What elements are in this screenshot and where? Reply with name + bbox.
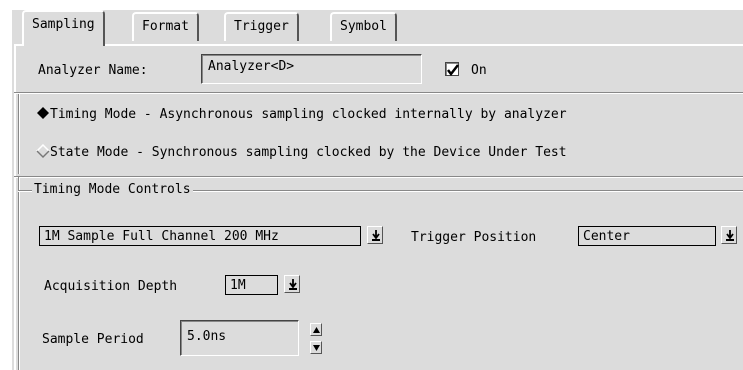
separator-mid [14, 176, 743, 178]
filled-diamond-icon [37, 107, 49, 119]
on-label: On [471, 63, 487, 78]
sample-mode-dropdown-button[interactable] [367, 226, 383, 244]
separator-left [18, 94, 20, 174]
tab-sampling-label: Sampling [32, 17, 95, 32]
tab-trigger-label: Trigger [234, 19, 289, 34]
acquisition-depth-select[interactable]: 1M [225, 275, 278, 295]
down-arrow-to-bar-icon [372, 230, 380, 241]
tab-symbol[interactable]: Symbol [330, 12, 397, 41]
tab-symbol-label: Symbol [340, 19, 387, 34]
sample-period-value: 5.0ns [187, 329, 227, 344]
sample-period-field[interactable]: 5.0ns [180, 320, 299, 356]
analyzer-name-field[interactable]: Analyzer<D> [201, 54, 422, 84]
tab-format-label: Format [142, 19, 189, 34]
trigger-position-select[interactable]: Center [578, 226, 716, 246]
trigger-position-dropdown-button[interactable] [721, 226, 737, 244]
sample-mode-select[interactable]: 1M Sample Full Channel 200 MHz [39, 226, 361, 246]
tab-sampling[interactable]: Sampling [22, 10, 105, 46]
trigger-position-label: Trigger Position [411, 230, 537, 245]
timing-mode-label: Timing Mode - Asynchronous sampling cloc… [50, 107, 567, 122]
state-mode-label: State Mode - Synchronous sampling clocke… [50, 145, 567, 160]
on-checkbox[interactable] [445, 62, 459, 77]
timing-controls-group-label: Timing Mode Controls [32, 182, 193, 197]
checkmark-icon [447, 64, 459, 77]
state-mode-radio[interactable]: State Mode - Synchronous sampling clocke… [35, 143, 567, 160]
up-arrow-icon [313, 327, 320, 333]
acquisition-depth-label: Acquisition Depth [44, 279, 178, 294]
group-left-border [18, 177, 20, 370]
separator-top [14, 92, 743, 94]
tab-trigger[interactable]: Trigger [224, 12, 299, 41]
down-arrow-to-bar-icon [726, 230, 734, 241]
hollow-diamond-icon [35, 143, 51, 159]
sample-mode-value: 1M Sample Full Channel 200 MHz [44, 229, 279, 244]
acquisition-depth-dropdown-button[interactable] [284, 275, 300, 293]
acquisition-depth-value: 1M [230, 278, 246, 293]
sample-period-label: Sample Period [42, 332, 144, 347]
analyzer-name-value: Analyzer<D> [208, 59, 295, 74]
timing-mode-radio[interactable]: Timing Mode - Asynchronous sampling cloc… [36, 106, 567, 122]
down-arrow-icon [313, 345, 320, 351]
down-arrow-to-bar-icon [289, 279, 297, 290]
tab-format[interactable]: Format [132, 12, 199, 41]
sample-period-increment-button[interactable] [310, 323, 322, 336]
analyzer-name-label: Analyzer Name: [38, 63, 148, 78]
trigger-position-value: Center [583, 229, 630, 244]
sample-period-decrement-button[interactable] [310, 341, 322, 354]
